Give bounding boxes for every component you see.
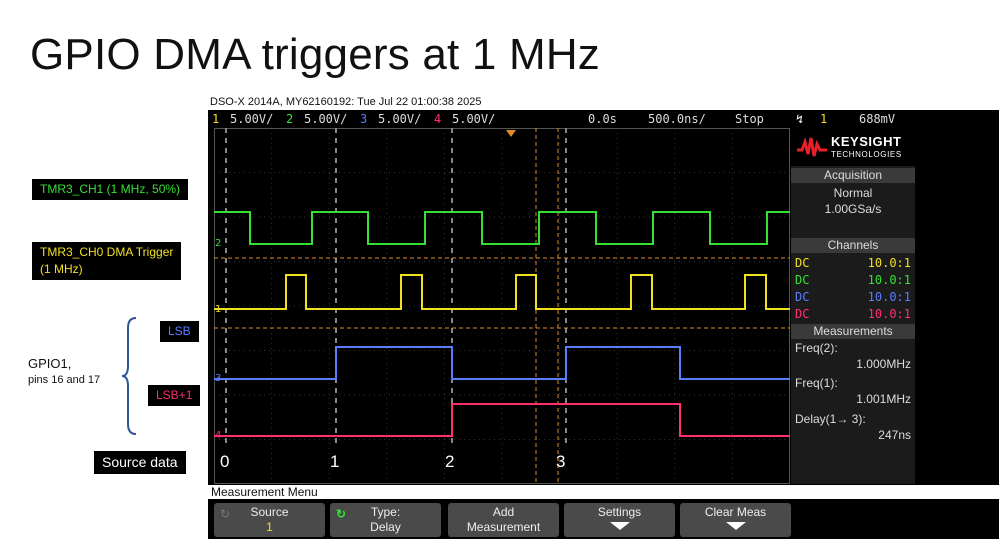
keysight-wave-icon (797, 136, 827, 157)
channel-ratio: 10.0:1 (867, 307, 911, 321)
softkey-source[interactable]: ↻ Source 1 (214, 503, 325, 537)
trigger-level[interactable]: 688mV (859, 111, 895, 127)
channel-row-4: DC 10.0:1 (795, 306, 911, 323)
delay-value: 247ns (878, 428, 911, 442)
trigger-channel[interactable]: 1 (820, 111, 827, 127)
softkey-label: Settings (597, 505, 642, 519)
channel-coupling: DC (795, 273, 810, 287)
ch0-annotation: TMR3_CH0 DMA Trigger (1 MHz) (32, 242, 182, 280)
softkey-add-measurement[interactable]: Add Measurement (448, 503, 559, 537)
acquisition-rate: 1.00GSa/s (824, 202, 882, 216)
channel-ratio: 10.0:1 (867, 290, 911, 304)
trigger-edge-icon: ↯ (796, 112, 804, 126)
acquisition-title[interactable]: Acquisition (791, 168, 915, 183)
edge-number-0: 0 (220, 452, 230, 471)
channels-title[interactable]: Channels (791, 238, 915, 253)
gpio-label-line2: pins 16 and 17 (28, 374, 101, 386)
brace-icon (122, 317, 137, 435)
softkey-type[interactable]: ↻ Type: Delay (330, 503, 441, 537)
softkey-bar: ↻ Source 1 ↻ Type: Delay Add Measurement… (208, 500, 999, 539)
edge-number-1: 1 (330, 452, 340, 471)
ch3-ground-marker: 3 (215, 373, 221, 384)
ch2-number[interactable]: 2 (286, 111, 293, 127)
scope-sidebar: KEYSIGHT TECHNOLOGIES Acquisition Normal… (791, 128, 915, 484)
ch2-scale[interactable]: 5.00V/ (304, 111, 347, 127)
time-position[interactable]: 0.0s (588, 111, 617, 127)
slide-title: GPIO DMA triggers at 1 MHz (30, 30, 601, 79)
channel-coupling: DC (795, 307, 810, 321)
edge-number-2: 2 (445, 452, 455, 471)
softkey-label: Source (250, 505, 289, 519)
ch3-scale[interactable]: 5.00V/ (378, 111, 421, 127)
edge-number-3: 3 (556, 452, 566, 471)
lsb-annotation: LSB (160, 321, 199, 342)
channel-row-2: DC 10.0:1 (795, 272, 911, 289)
ch1-scale[interactable]: 5.00V/ (230, 111, 273, 127)
ch1-ground-marker: 1 (215, 304, 221, 315)
softkey-label: Add (492, 505, 515, 519)
channel-ratio: 10.0:1 (867, 273, 911, 287)
ch1-annotation: TMR3_CH1 (1 MHz, 50%) (32, 179, 189, 200)
ch0-annotation-line1: TMR3_CH0 DMA Trigger (40, 245, 174, 259)
scope-channel-bar: 1 5.00V/ 2 5.00V/ 3 5.00V/ 4 5.00V/ 0.0s… (208, 111, 999, 127)
brand-name: KEYSIGHT (831, 134, 902, 149)
measurements-title[interactable]: Measurements (791, 324, 915, 339)
source-data-annotation: Source data (94, 451, 186, 474)
softkey-label: Type: (370, 505, 401, 519)
channel-row-3: DC 10.0:1 (795, 289, 911, 306)
ch4-ground-marker: 4 (215, 430, 221, 441)
softkey-value: 1 (266, 520, 273, 534)
ch1-number[interactable]: 1 (212, 111, 219, 127)
channel-coupling: DC (795, 256, 810, 270)
time-scale[interactable]: 500.0ns/ (648, 111, 706, 127)
channel-coupling: DC (795, 290, 810, 304)
run-state[interactable]: Stop (735, 111, 764, 127)
delay-label: Delay(1→ 3): (795, 412, 866, 426)
channel-ratio: 10.0:1 (867, 256, 911, 270)
gpio-label-line1: GPIO1, (28, 356, 72, 371)
submenu-arrow-icon (726, 522, 746, 530)
scope-header: DSO-X 2014A, MY62160192: Tue Jul 22 01:0… (208, 94, 999, 110)
lsb1-annotation: LSB+1 (148, 385, 201, 406)
softkey-settings[interactable]: Settings (564, 503, 675, 537)
acquisition-mode: Normal (833, 186, 873, 200)
ch0-annotation-line2: (1 MHz) (40, 262, 83, 276)
freq1-label: Freq(1): (795, 376, 838, 390)
submenu-arrow-icon (610, 522, 630, 530)
softkey-value: Delay (370, 520, 401, 534)
ch2-ground-marker: 2 (215, 238, 221, 249)
ch3-number[interactable]: 3 (360, 111, 367, 127)
keysight-logo: KEYSIGHT TECHNOLOGIES (791, 128, 915, 166)
softkey-label: Clear Meas (704, 505, 767, 519)
softkey-clear-meas[interactable]: Clear Meas (680, 503, 791, 537)
ch4-scale[interactable]: 5.00V/ (452, 111, 495, 127)
scope-graticule: 2 1 3 4 (214, 128, 790, 484)
softkey-value: Measurement (466, 520, 541, 534)
measurement-menu-title: Measurement Menu (208, 485, 999, 499)
oscilloscope-screen: DSO-X 2014A, MY62160192: Tue Jul 22 01:0… (208, 94, 999, 539)
freq1-value: 1.001MHz (856, 392, 911, 406)
channel-row-1: DC 10.0:1 (795, 255, 911, 272)
freq2-value: 1.000MHz (856, 357, 911, 371)
freq2-label: Freq(2): (795, 341, 838, 355)
brand-sub: TECHNOLOGIES (831, 150, 902, 159)
ch4-number[interactable]: 4 (434, 111, 441, 127)
